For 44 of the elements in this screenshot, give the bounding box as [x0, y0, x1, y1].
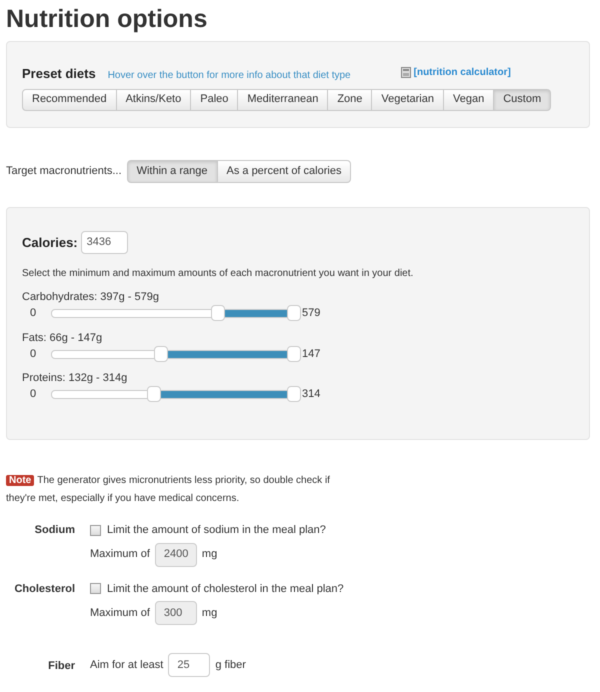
diet-tab[interactable]: Zone — [328, 88, 372, 110]
slider-label: Proteins: 132g - 314g — [22, 371, 128, 386]
instructions-text: Select the minimum and maximum amounts of each macronutrient you want in your diet. — [22, 267, 414, 281]
field-prefix: Maximum of — [90, 547, 150, 562]
min-label: 0 — [28, 346, 38, 362]
diet-tab[interactable]: Mediterranean — [238, 88, 328, 110]
max-label: 314 — [302, 387, 320, 402]
number-field[interactable]: 300 — [154, 601, 197, 625]
section-heading: Preset diets — [22, 65, 96, 83]
unit-label: mg — [202, 606, 218, 621]
target-label: Target macronutrients... — [6, 164, 122, 180]
mode-button[interactable]: As a percent of calories — [218, 160, 352, 183]
slider-label: Fats: 66g - 147g — [22, 330, 104, 346]
mode-button[interactable]: Within a range — [126, 160, 218, 183]
hint-text: Hover over the button for more info about that diet type — [108, 69, 351, 83]
unit-label: g fiber — [215, 658, 246, 673]
field-prefix: Maximum of — [90, 606, 150, 621]
field-prefix: Aim for at least — [90, 658, 164, 673]
slider-label: Carbohydrates: 397g - 579g — [22, 290, 160, 305]
diet-tab[interactable]: Atkins/Keto — [116, 88, 192, 110]
nutrient-label: Fiber — [47, 659, 75, 674]
min-label: 0 — [28, 306, 38, 322]
checkbox[interactable] — [90, 524, 101, 536]
nutrient-label: Cholesterol — [13, 582, 75, 596]
calories-field[interactable]: 3436 — [80, 231, 128, 254]
number-field[interactable]: 2400 — [154, 542, 197, 566]
note-text: Note The generator gives micronutrients less priority, so double check if they're met, especially if you have medical concerns. — [6, 474, 331, 506]
nutrient-label: Sodium — [34, 523, 75, 538]
checkbox[interactable] — [90, 583, 101, 594]
diet-tab[interactable]: Vegetarian — [372, 88, 444, 110]
diet-tab[interactable]: Paleo — [191, 88, 238, 110]
unit-label: mg — [202, 547, 218, 562]
page-title: Nutrition options — [6, 4, 208, 35]
checkbox-label: Limit the amount of cholesterol in the meal plan? — [107, 582, 344, 596]
calculator-icon — [400, 67, 411, 78]
min-label: 0 — [28, 387, 38, 402]
checkbox-label: Limit the amount of sodium in the meal plan? — [107, 523, 326, 538]
diet-tab[interactable]: Vegan — [444, 88, 494, 110]
max-label: 147 — [302, 346, 320, 362]
calories-label: Calories: — [22, 234, 78, 252]
diet-tab[interactable]: Custom — [494, 88, 552, 110]
number-field[interactable]: 25 — [168, 653, 210, 677]
diet-tab[interactable]: Recommended — [22, 88, 117, 110]
max-label: 579 — [302, 306, 320, 322]
